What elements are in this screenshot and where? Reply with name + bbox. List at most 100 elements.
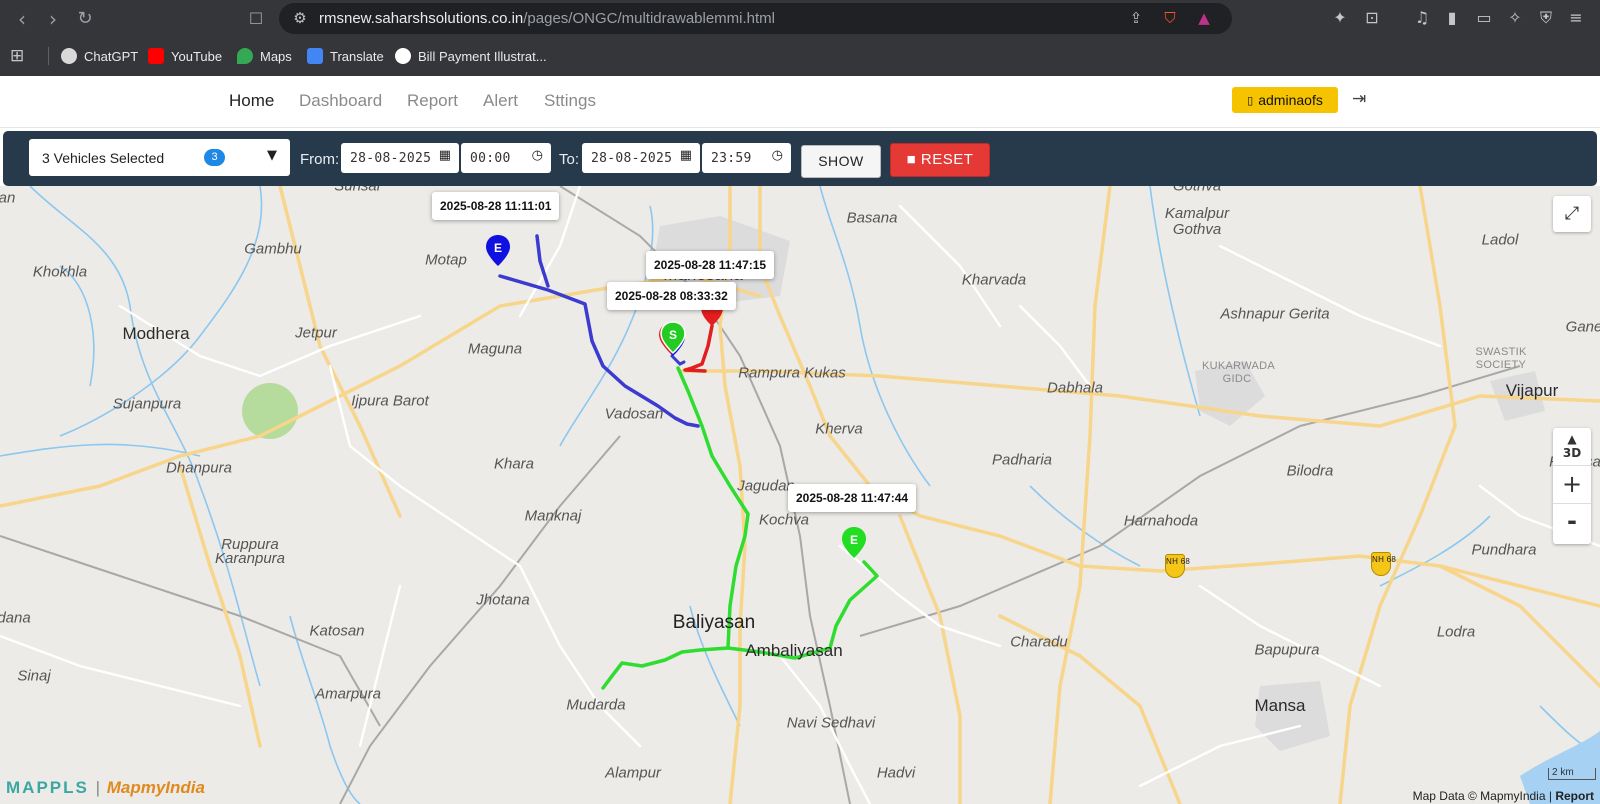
- place-label: Rampura Kukas: [738, 364, 846, 382]
- browser-toolbar: ‹ › ↻ ☐ ⚙ rmsnew.saharshsolutions.co.in/…: [0, 0, 1600, 38]
- bookmark-chatgpt[interactable]: ChatGPT: [61, 46, 138, 66]
- stop-icon: ■: [906, 151, 917, 168]
- report-link[interactable]: Report: [1555, 789, 1594, 803]
- tilt-3d-button[interactable]: ▲ 3D: [1553, 428, 1591, 466]
- bookmark-bill-payment[interactable]: Bill Payment Illustrat...: [395, 46, 547, 66]
- compass-icon: ▲: [1567, 432, 1577, 446]
- to-time-value: 23:59: [711, 151, 752, 166]
- dropdown-caret-icon: ▼: [267, 148, 277, 163]
- bookmark-maps[interactable]: Maps: [237, 46, 292, 66]
- marker-letter: S: [669, 328, 677, 342]
- place-label: Kochva: [758, 511, 810, 529]
- place-label: Ruppura Karanpura: [214, 536, 286, 567]
- reset-label: RESET: [920, 151, 974, 168]
- from-time-input[interactable]: 00:00 ◷: [461, 143, 551, 173]
- nav-home[interactable]: Home: [229, 91, 274, 111]
- zoom-out-button[interactable]: -: [1553, 504, 1591, 542]
- brave-rewards-icon[interactable]: ▲: [1193, 7, 1215, 29]
- highway-shield-icon: NH 68: [1165, 554, 1190, 578]
- place-label: Baliyasan: [672, 612, 756, 633]
- maps-icon: [237, 48, 253, 64]
- screenshot-icon[interactable]: ⊡: [1360, 6, 1384, 30]
- reload-icon[interactable]: ↻: [72, 6, 98, 32]
- address-bar[interactable]: ⚙ rmsnew.saharshsolutions.co.in/pages/ON…: [279, 3, 1232, 34]
- logout-icon[interactable]: ⇥: [1352, 89, 1366, 109]
- map-canvas[interactable]: Sunsar Basana Kamalpur Gothva Ladol Gamb…: [0, 186, 1600, 804]
- menu-icon[interactable]: ≡: [1564, 6, 1588, 30]
- bookmark-icon[interactable]: ☐: [243, 6, 269, 32]
- nav-dashboard[interactable]: Dashboard: [299, 91, 382, 111]
- place-label: Jetpur: [295, 324, 337, 342]
- extensions-icon[interactable]: ✦: [1328, 6, 1352, 30]
- start-marker-green[interactable]: S: [660, 321, 686, 354]
- from-time-value: 00:00: [470, 151, 511, 166]
- nav-report[interactable]: Report: [407, 91, 458, 111]
- place-label: Katosan: [309, 622, 365, 640]
- nav-settings[interactable]: Sttings: [544, 91, 596, 111]
- place-label: Sunsar: [334, 186, 382, 195]
- from-date-input[interactable]: 28-08-2025 ▦: [341, 143, 459, 173]
- place-label: Khara: [493, 455, 535, 473]
- vpn-icon[interactable]: ⛨: [1534, 6, 1558, 30]
- highway-shield-icon: NH 68: [1371, 552, 1396, 576]
- bill-payment-icon: [395, 48, 411, 64]
- user-menu-button[interactable]: ▯ adminaofs: [1232, 87, 1338, 113]
- place-label: dana: [0, 609, 31, 627]
- bookmarks-bar: ⊞ ChatGPT YouTube Maps Translate Bill Pa…: [0, 40, 1600, 70]
- place-label: Harnahoda: [1123, 512, 1199, 530]
- bookmark-label: ChatGPT: [84, 48, 139, 64]
- place-label: Modhera: [122, 324, 190, 343]
- place-label: Navi Sedhavi: [786, 714, 876, 732]
- bookmark-label: Translate: [330, 48, 384, 64]
- place-label: Khokhla: [32, 263, 88, 281]
- media-icon[interactable]: ♫: [1410, 6, 1434, 30]
- username-label: adminaofs: [1258, 92, 1323, 108]
- calendar-icon[interactable]: ▦: [439, 148, 451, 163]
- to-date-value: 28-08-2025: [591, 151, 673, 166]
- place-label: Bapupura: [1254, 641, 1320, 659]
- brave-shields-icon[interactable]: ⛉: [1159, 7, 1181, 29]
- zoom-in-button[interactable]: +: [1553, 466, 1591, 504]
- share-icon[interactable]: ⇪: [1125, 7, 1147, 29]
- place-label: Dabhala: [1047, 379, 1103, 397]
- vehicle-multiselect[interactable]: 3 Vehicles Selected 3 ▼: [29, 139, 290, 176]
- place-label: Gothva: [1172, 186, 1222, 195]
- bookmark-youtube[interactable]: YouTube: [148, 46, 222, 66]
- place-label: Dhanpura: [166, 459, 232, 477]
- forward-icon[interactable]: ›: [40, 6, 66, 32]
- show-button[interactable]: SHOW: [801, 145, 881, 178]
- place-label: Charadu: [1010, 633, 1068, 651]
- wallet-icon[interactable]: ▭: [1472, 6, 1496, 30]
- end-marker-blue[interactable]: E: [485, 234, 511, 267]
- vehicle-count-badge: 3: [204, 149, 225, 166]
- app-navbar: Home Dashboard Report Alert Sttings ▯ ad…: [0, 76, 1600, 128]
- place-label: Hadvi: [876, 764, 916, 782]
- clock-icon[interactable]: ◷: [772, 148, 783, 163]
- site-settings-icon[interactable]: ⚙: [289, 7, 311, 29]
- reset-button[interactable]: ■ RESET: [890, 143, 990, 177]
- brand-name: MAPPLS: [6, 778, 89, 797]
- calendar-icon[interactable]: ▦: [680, 148, 692, 163]
- bookmark-label: Maps: [260, 48, 292, 64]
- back-icon[interactable]: ‹: [9, 6, 35, 32]
- end-marker-green[interactable]: E: [841, 526, 867, 559]
- bookmark-translate[interactable]: Translate: [307, 46, 384, 66]
- map-scale: 2 km: [1548, 768, 1596, 780]
- timestamp-tooltip: 2025-08-28 11:47:15: [646, 251, 775, 279]
- place-label: Sujanpura: [112, 395, 182, 413]
- place-label: Ashnapur Gerita: [1220, 305, 1330, 323]
- to-date-input[interactable]: 28-08-2025 ▦: [582, 143, 700, 173]
- place-label: Manknaj: [524, 507, 582, 525]
- place-label: Vijapur: [1505, 381, 1559, 400]
- leo-ai-icon[interactable]: ✧: [1503, 6, 1527, 30]
- timestamp-tooltip: 2025-08-28 11:11:01: [432, 192, 560, 220]
- nav-alert[interactable]: Alert: [483, 91, 518, 111]
- sidebar-icon[interactable]: ▮: [1440, 6, 1464, 30]
- fullscreen-icon[interactable]: ⤢: [1553, 196, 1591, 232]
- to-time-input[interactable]: 23:59 ◷: [702, 143, 791, 173]
- apps-grid-icon[interactable]: ⊞: [10, 46, 24, 66]
- clock-icon[interactable]: ◷: [532, 148, 543, 163]
- vehicle-select-label: 3 Vehicles Selected: [42, 150, 165, 166]
- place-label: Bilodra: [1286, 462, 1334, 480]
- zoom-control-group: ▲ 3D + -: [1553, 428, 1591, 544]
